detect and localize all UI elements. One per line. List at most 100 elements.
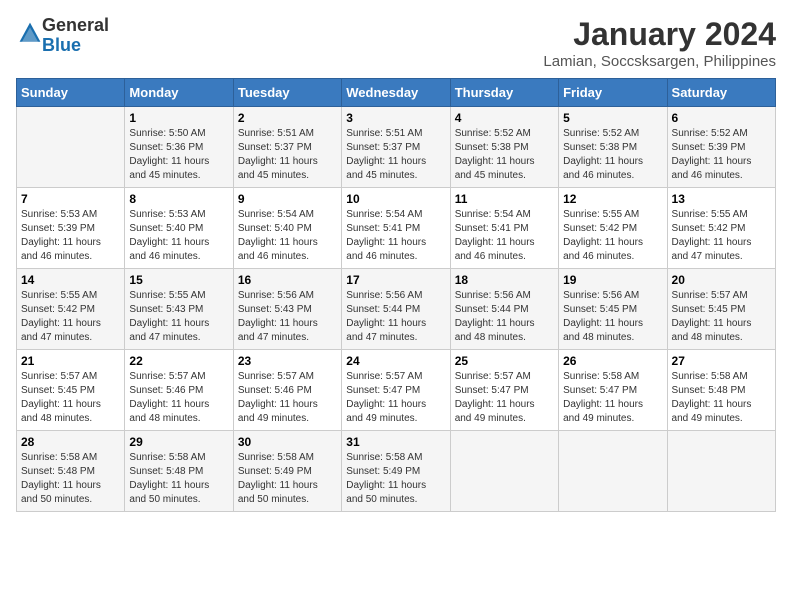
calendar-cell: 10 Sunrise: 5:54 AM Sunset: 5:41 PM Dayli… <box>342 188 450 269</box>
calendar-cell <box>559 431 667 512</box>
calendar-cell: 17 Sunrise: 5:56 AM Sunset: 5:44 PM Dayli… <box>342 269 450 350</box>
calendar-cell: 27 Sunrise: 5:58 AM Sunset: 5:48 PM Dayli… <box>667 350 775 431</box>
calendar-cell: 2Sunrise: 5:51 AM Sunset: 5:37 PM Daylig… <box>233 107 341 188</box>
day-number: 6 <box>672 111 771 125</box>
day-number: 21 <box>21 354 120 368</box>
day-number: 25 <box>455 354 554 368</box>
day-info: Sunrise: 5:57 AM Sunset: 5:47 PM Dayligh… <box>346 370 445 426</box>
day-info: Sunrise: 5:58 AM Sunset: 5:49 PM Dayligh… <box>238 451 337 507</box>
calendar-cell: 21Sunrise: 5:57 AM Sunset: 5:45 PM Dayli… <box>17 350 125 431</box>
day-number: 2 <box>238 111 337 125</box>
calendar-cell: 1 Sunrise: 5:50 AM Sunset: 5:36 PM Daylig… <box>125 107 233 188</box>
calendar-cell: 31 Sunrise: 5:58 AM Sunset: 5:49 PM Dayli… <box>342 431 450 512</box>
logo: General Blue <box>16 16 109 56</box>
day-number: 27 <box>672 354 771 368</box>
day-info: Sunrise: 5:53 AM Sunset: 5:39 PM Dayligh… <box>21 208 120 264</box>
day-info: Sunrise: 5:57 AM Sunset: 5:46 PM Dayligh… <box>129 370 228 426</box>
calendar-cell: 29 Sunrise: 5:58 AM Sunset: 5:48 PM Dayli… <box>125 431 233 512</box>
day-number: 28 <box>21 435 120 449</box>
day-number: 22 <box>129 354 228 368</box>
day-info: Sunrise: 5:55 AM Sunset: 5:43 PM Dayligh… <box>129 289 228 345</box>
logo-blue: Blue <box>42 35 81 55</box>
calendar-cell: 24 Sunrise: 5:57 AM Sunset: 5:47 PM Dayli… <box>342 350 450 431</box>
location: Lamian, Soccsksargen, Philippines <box>543 53 776 70</box>
day-number: 26 <box>563 354 662 368</box>
header-row: SundayMondayTuesdayWednesdayThursdayFrid… <box>17 79 776 107</box>
calendar-cell <box>450 431 558 512</box>
calendar-cell <box>667 431 775 512</box>
page-header: General Blue January 2024 Lamian, Soccsk… <box>16 16 776 70</box>
day-info: Sunrise: 5:54 AM Sunset: 5:41 PM Dayligh… <box>455 208 554 264</box>
header-friday: Friday <box>559 79 667 107</box>
day-info: Sunrise: 5:50 AM Sunset: 5:36 PM Dayligh… <box>129 127 228 183</box>
day-info: Sunrise: 5:57 AM Sunset: 5:47 PM Dayligh… <box>455 370 554 426</box>
day-number: 23 <box>238 354 337 368</box>
calendar-cell: 23Sunrise: 5:57 AM Sunset: 5:46 PM Dayli… <box>233 350 341 431</box>
day-info: Sunrise: 5:54 AM Sunset: 5:40 PM Dayligh… <box>238 208 337 264</box>
calendar-cell: 7 Sunrise: 5:53 AM Sunset: 5:39 PM Daylig… <box>17 188 125 269</box>
day-info: Sunrise: 5:56 AM Sunset: 5:44 PM Dayligh… <box>346 289 445 345</box>
calendar-cell: 4 Sunrise: 5:52 AM Sunset: 5:38 PM Daylig… <box>450 107 558 188</box>
day-number: 17 <box>346 273 445 287</box>
calendar-cell: 25 Sunrise: 5:57 AM Sunset: 5:47 PM Dayli… <box>450 350 558 431</box>
day-number: 10 <box>346 192 445 206</box>
day-number: 8 <box>129 192 228 206</box>
calendar-table: SundayMondayTuesdayWednesdayThursdayFrid… <box>16 78 776 512</box>
day-info: Sunrise: 5:51 AM Sunset: 5:37 PM Dayligh… <box>346 127 445 183</box>
calendar-cell: 9Sunrise: 5:54 AM Sunset: 5:40 PM Daylig… <box>233 188 341 269</box>
calendar-cell: 19Sunrise: 5:56 AM Sunset: 5:45 PM Dayli… <box>559 269 667 350</box>
day-info: Sunrise: 5:58 AM Sunset: 5:47 PM Dayligh… <box>563 370 662 426</box>
day-info: Sunrise: 5:58 AM Sunset: 5:48 PM Dayligh… <box>129 451 228 507</box>
day-info: Sunrise: 5:52 AM Sunset: 5:38 PM Dayligh… <box>563 127 662 183</box>
title-block: January 2024 Lamian, Soccsksargen, Phili… <box>543 16 776 70</box>
calendar-cell: 28Sunrise: 5:58 AM Sunset: 5:48 PM Dayli… <box>17 431 125 512</box>
month-year: January 2024 <box>543 16 776 53</box>
calendar-cell: 11Sunrise: 5:54 AM Sunset: 5:41 PM Dayli… <box>450 188 558 269</box>
day-number: 15 <box>129 273 228 287</box>
header-monday: Monday <box>125 79 233 107</box>
header-sunday: Sunday <box>17 79 125 107</box>
calendar-header: SundayMondayTuesdayWednesdayThursdayFrid… <box>17 79 776 107</box>
calendar-cell: 22 Sunrise: 5:57 AM Sunset: 5:46 PM Dayli… <box>125 350 233 431</box>
calendar-cell: 30 Sunrise: 5:58 AM Sunset: 5:49 PM Dayli… <box>233 431 341 512</box>
calendar-cell: 3 Sunrise: 5:51 AM Sunset: 5:37 PM Daylig… <box>342 107 450 188</box>
logo-text: General Blue <box>42 16 109 56</box>
week-row-1: 1 Sunrise: 5:50 AM Sunset: 5:36 PM Daylig… <box>17 107 776 188</box>
day-number: 12 <box>563 192 662 206</box>
day-number: 20 <box>672 273 771 287</box>
day-number: 4 <box>455 111 554 125</box>
logo-icon <box>18 21 42 45</box>
week-row-3: 14Sunrise: 5:55 AM Sunset: 5:42 PM Dayli… <box>17 269 776 350</box>
day-info: Sunrise: 5:54 AM Sunset: 5:41 PM Dayligh… <box>346 208 445 264</box>
header-tuesday: Tuesday <box>233 79 341 107</box>
day-info: Sunrise: 5:53 AM Sunset: 5:40 PM Dayligh… <box>129 208 228 264</box>
day-number: 30 <box>238 435 337 449</box>
day-number: 24 <box>346 354 445 368</box>
day-info: Sunrise: 5:56 AM Sunset: 5:44 PM Dayligh… <box>455 289 554 345</box>
day-number: 3 <box>346 111 445 125</box>
day-info: Sunrise: 5:58 AM Sunset: 5:49 PM Dayligh… <box>346 451 445 507</box>
week-row-2: 7 Sunrise: 5:53 AM Sunset: 5:39 PM Daylig… <box>17 188 776 269</box>
day-info: Sunrise: 5:52 AM Sunset: 5:39 PM Dayligh… <box>672 127 771 183</box>
calendar-cell: 6 Sunrise: 5:52 AM Sunset: 5:39 PM Daylig… <box>667 107 775 188</box>
week-row-4: 21Sunrise: 5:57 AM Sunset: 5:45 PM Dayli… <box>17 350 776 431</box>
day-number: 7 <box>21 192 120 206</box>
day-info: Sunrise: 5:55 AM Sunset: 5:42 PM Dayligh… <box>563 208 662 264</box>
day-info: Sunrise: 5:52 AM Sunset: 5:38 PM Dayligh… <box>455 127 554 183</box>
day-info: Sunrise: 5:58 AM Sunset: 5:48 PM Dayligh… <box>672 370 771 426</box>
day-number: 29 <box>129 435 228 449</box>
calendar-cell: 12 Sunrise: 5:55 AM Sunset: 5:42 PM Dayli… <box>559 188 667 269</box>
week-row-5: 28 Sunrise: 5:58 AM Sunset: 5:48 PM Dayli… <box>17 431 776 512</box>
calendar-cell: 15 Sunrise: 5:55 AM Sunset: 5:43 PM Dayli… <box>125 269 233 350</box>
calendar-cell: 18 Sunrise: 5:56 AM Sunset: 5:44 PM Dayli… <box>450 269 558 350</box>
logo-general: General <box>42 15 109 35</box>
day-info: Sunrise: 5:56 AM Sunset: 5:45 PM Dayligh… <box>563 289 662 345</box>
header-wednesday: Wednesday <box>342 79 450 107</box>
calendar-cell: 8 Sunrise: 5:53 AM Sunset: 5:40 PM Daylig… <box>125 188 233 269</box>
day-number: 16 <box>238 273 337 287</box>
day-info: Sunrise: 5:55 AM Sunset: 5:42 PM Dayligh… <box>672 208 771 264</box>
day-number: 1 <box>129 111 228 125</box>
day-number: 18 <box>455 273 554 287</box>
day-number: 31 <box>346 435 445 449</box>
day-number: 14 <box>21 273 120 287</box>
